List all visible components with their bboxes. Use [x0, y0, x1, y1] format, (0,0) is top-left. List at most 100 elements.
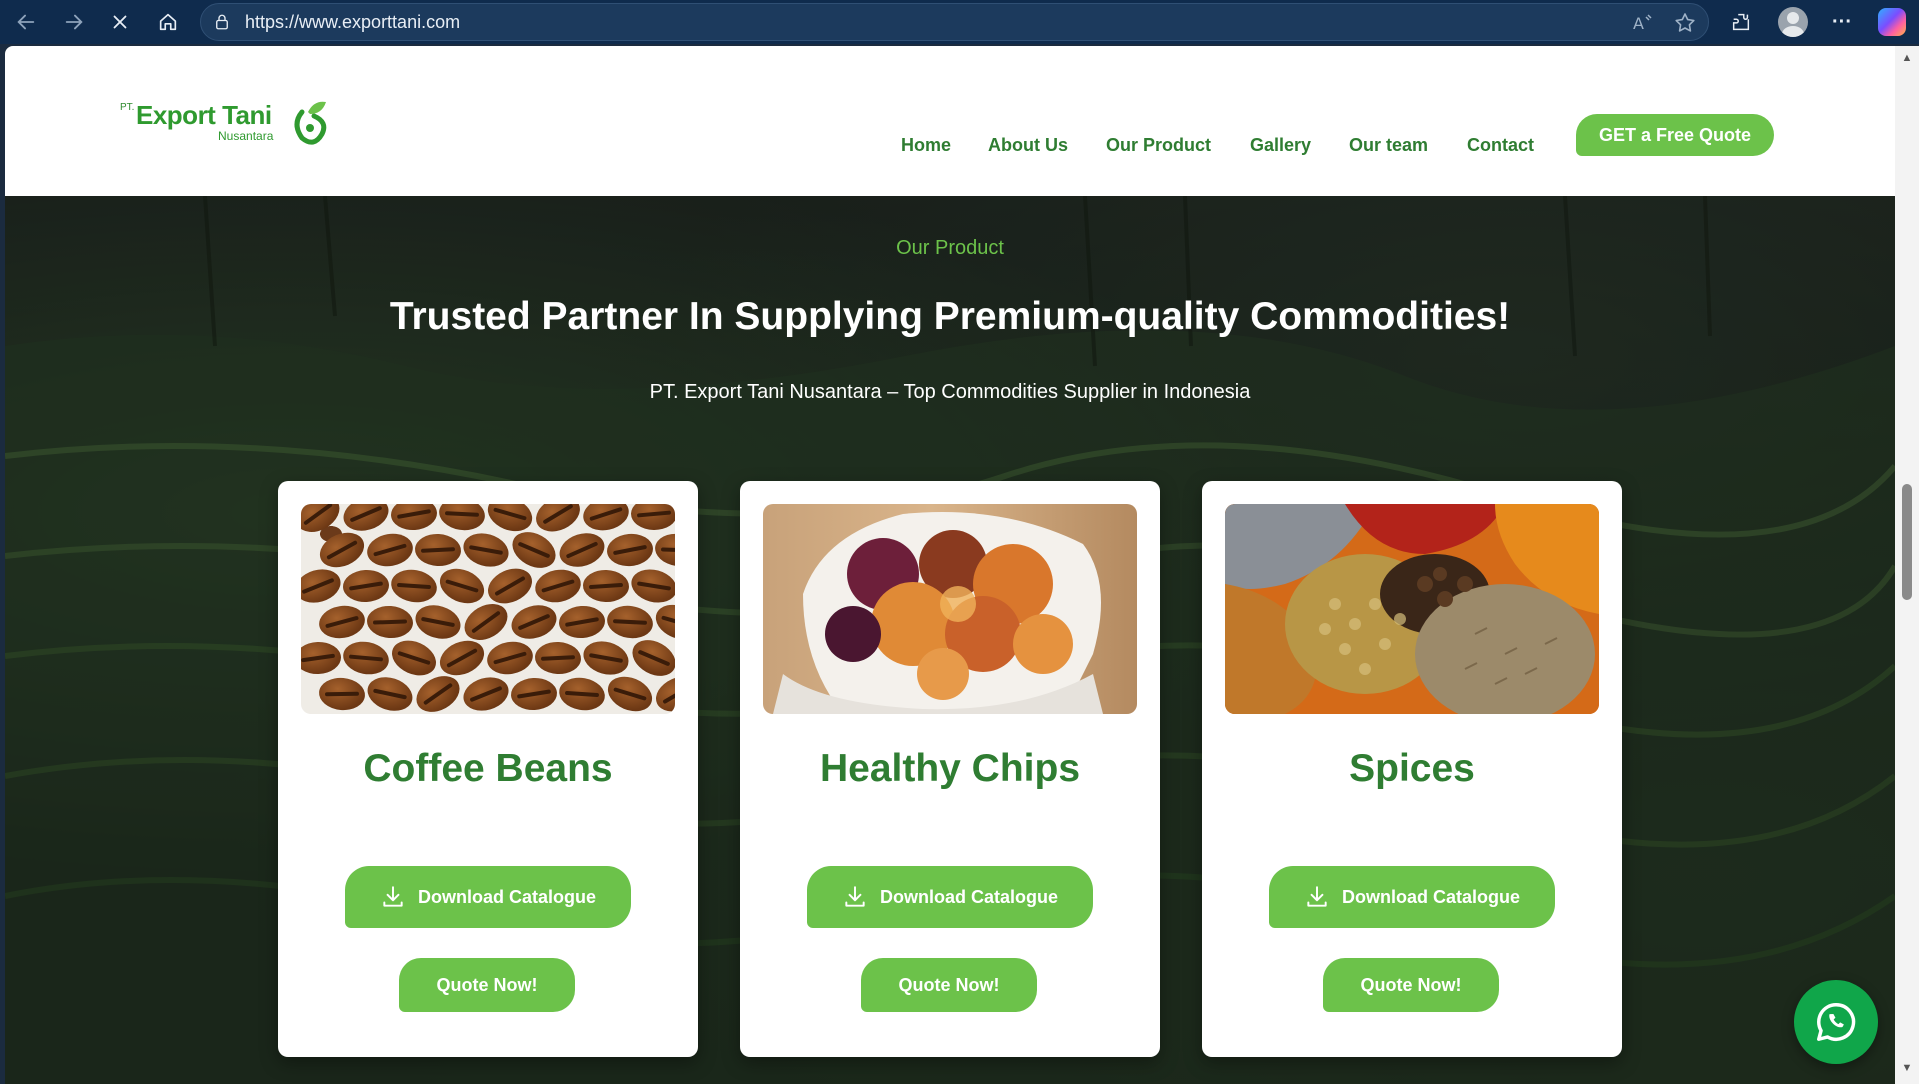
coffee-bean	[316, 602, 368, 642]
coffee-bean	[604, 602, 656, 642]
coffee-bean	[301, 641, 342, 675]
coffee-bean	[602, 670, 658, 714]
coffee-bean	[414, 532, 462, 568]
download-catalogue-label: Download Catalogue	[879, 886, 1058, 907]
coffee-bean	[630, 504, 675, 531]
coffee-bean	[627, 564, 675, 608]
coffee-bean	[650, 598, 675, 646]
download-catalogue-label: Download Catalogue	[417, 886, 596, 907]
forward-icon[interactable]	[56, 6, 92, 38]
coffee-bean	[388, 566, 440, 606]
coffee-bean	[534, 640, 582, 676]
page-viewport: PT. Export Tani Nusantara Home About Us …	[5, 46, 1895, 1084]
more-icon[interactable]: ···	[1826, 6, 1858, 38]
download-catalogue-button[interactable]: Download Catalogue	[807, 866, 1093, 928]
address-bar[interactable]: https://www.exporttani.com A	[200, 3, 1709, 41]
whatsapp-icon	[1817, 1003, 1856, 1041]
coffee-bean	[626, 632, 675, 684]
download-catalogue-button[interactable]: Download Catalogue	[1269, 866, 1555, 928]
spices-image	[1225, 504, 1599, 714]
coffee-bean	[510, 676, 558, 712]
scroll-down-arrow-icon[interactable]: ▼	[1900, 1062, 1914, 1076]
coffee-bean	[652, 530, 675, 570]
product-title: Spices	[1349, 747, 1475, 790]
coffee-bean	[650, 670, 675, 714]
nav-contact[interactable]: Contact	[1467, 135, 1534, 156]
scrollbar-thumb[interactable]	[1902, 484, 1912, 600]
coffee-bean	[605, 532, 655, 568]
copilot-icon[interactable]	[1876, 6, 1908, 38]
product-card-spices: Spices Download Catalogue Quote Now!	[1202, 481, 1622, 1057]
nav-gallery[interactable]: Gallery	[1250, 135, 1311, 156]
logo-prefix: PT.	[120, 102, 135, 113]
coffee-bean	[556, 674, 608, 714]
quote-now-button[interactable]: Quote Now!	[861, 958, 1037, 1012]
favorite-star-icon[interactable]	[1673, 11, 1697, 35]
coffee-bean	[507, 599, 561, 645]
coffee-bean	[386, 634, 442, 682]
svg-text:A: A	[1633, 14, 1644, 33]
hero-title: Trusted Partner In Supplying Premium-qua…	[389, 295, 1511, 338]
url-text[interactable]: https://www.exporttani.com	[245, 12, 460, 33]
site-header: PT. Export Tani Nusantara Home About Us …	[5, 46, 1895, 196]
coffee-bean	[301, 564, 345, 608]
coffee-bean	[459, 528, 513, 572]
product-title: Coffee Beans	[363, 747, 613, 790]
nav-our-team[interactable]: Our team	[1349, 135, 1428, 156]
nav-our-product[interactable]: Our Product	[1106, 135, 1211, 156]
lock-icon[interactable]	[213, 13, 231, 31]
coffee-bean	[530, 504, 586, 539]
coffee-bean	[579, 636, 633, 680]
section-eyebrow: Our Product	[896, 237, 1004, 259]
download-icon	[845, 886, 865, 907]
quote-now-button[interactable]: Quote Now!	[399, 958, 575, 1012]
coffee-bean	[582, 569, 630, 603]
coffee-bean	[342, 568, 390, 604]
hero-subtitle: PT. Export Tani Nusantara – Top Commodit…	[649, 381, 1251, 403]
coffee-bean	[459, 672, 513, 714]
product-card-coffee-beans: Coffee Beans Download Catalogue Quote No…	[278, 481, 698, 1057]
browser-toolbar: https://www.exporttani.com A ···	[0, 0, 1919, 44]
coffee-bean	[580, 504, 632, 535]
coffee-beans-image	[301, 504, 675, 714]
profile-icon[interactable]	[1777, 6, 1809, 38]
download-catalogue-button[interactable]: Download Catalogue	[345, 866, 631, 928]
nav-home[interactable]: Home	[901, 135, 951, 156]
coffee-bean	[317, 676, 367, 712]
coffee-bean	[434, 562, 490, 610]
coffee-bean	[436, 504, 488, 534]
site-logo[interactable]: PT. Export Tani Nusantara	[120, 98, 330, 158]
home-icon[interactable]	[150, 6, 186, 38]
coffee-bean	[434, 634, 490, 682]
nav-about-us[interactable]: About Us	[988, 135, 1068, 156]
whatsapp-chat-button[interactable]	[1794, 980, 1878, 1064]
product-card-healthy-chips: Healthy Chips Download Catalogue Quote N…	[740, 481, 1160, 1057]
coffee-bean	[364, 530, 416, 570]
read-aloud-icon[interactable]: A	[1631, 11, 1655, 35]
coffee-bean	[389, 504, 439, 532]
download-icon	[1307, 886, 1327, 907]
coffee-bean	[532, 565, 584, 607]
coffee-bean	[557, 604, 607, 640]
stop-icon[interactable]	[102, 6, 138, 38]
download-icon	[383, 886, 403, 907]
coffee-bean	[339, 504, 393, 537]
coffee-bean	[411, 599, 465, 645]
product-title: Healthy Chips	[819, 747, 1081, 790]
quote-now-button[interactable]: Quote Now!	[1323, 958, 1499, 1012]
coffee-bean	[365, 604, 415, 640]
extensions-icon[interactable]	[1725, 6, 1757, 38]
download-catalogue-label: Download Catalogue	[1341, 886, 1520, 907]
logo-subtitle: Nusantara	[218, 129, 274, 143]
healthy-chips-image	[763, 504, 1137, 714]
coffee-bean	[363, 671, 417, 714]
scroll-up-arrow-icon[interactable]: ▲	[1900, 52, 1914, 66]
back-icon[interactable]	[8, 6, 44, 38]
get-free-quote-button[interactable]: GET a Free Quote	[1576, 114, 1774, 156]
logo-name: Export Tani	[136, 100, 272, 130]
coffee-bean	[484, 638, 536, 678]
coffee-bean	[314, 526, 370, 574]
coffee-bean	[340, 637, 392, 679]
coffee-bean	[555, 527, 609, 573]
leaf-logo-icon	[294, 101, 327, 145]
